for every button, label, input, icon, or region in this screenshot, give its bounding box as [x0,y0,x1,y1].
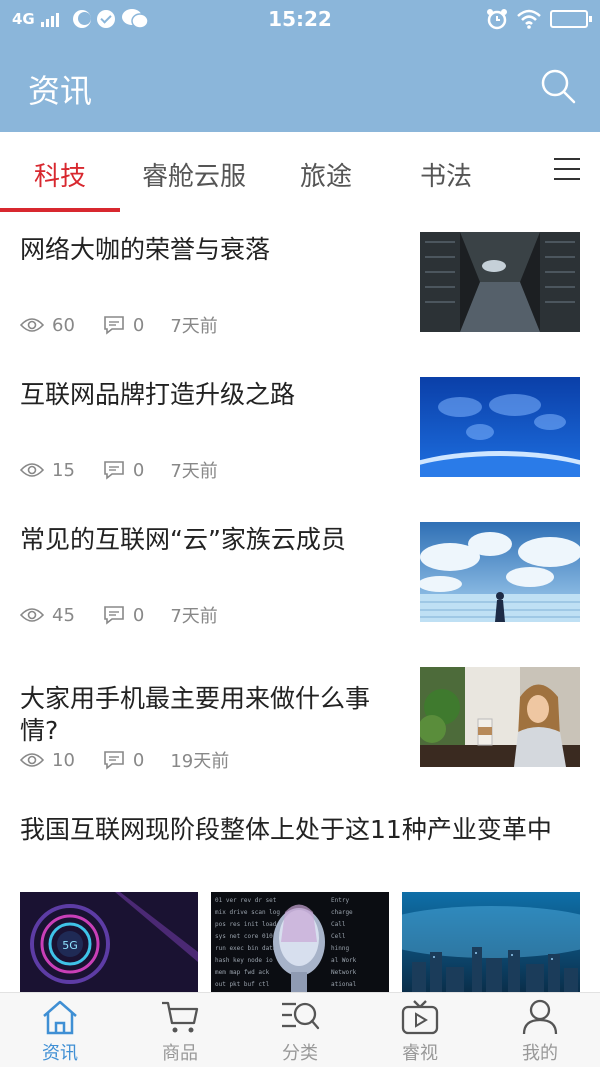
user-icon [522,999,558,1035]
svg-text:01 ver rev dr set: 01 ver rev dr set [215,897,277,904]
view-count: 15 [52,459,75,481]
category-tabs: 科技 睿舱云服 旅途 书法 [0,132,600,212]
svg-text:mem map fwd ack: mem map fwd ack [215,969,270,976]
nav-item-me[interactable]: 我的 [480,999,600,1065]
svg-text:Network: Network [331,969,357,976]
tab-ruicang-yunfu[interactable]: 睿舱云服 [134,156,254,193]
news-title[interactable]: 网络大咖的荣誉与衰落 [20,234,400,266]
publish-time: 7天前 [170,316,218,337]
search-icon[interactable] [538,66,578,106]
nav-label: 分类 [282,1043,318,1064]
news-title[interactable]: 互联网品牌打造升级之路 [20,379,400,411]
comment-count: 0 [132,459,145,481]
svg-text:Call: Call [331,921,346,928]
comment-icon [104,751,124,770]
tv-icon [401,1000,439,1035]
comment-count: 0 [132,749,145,771]
comment-icon [104,316,124,335]
comment-count: 0 [132,604,145,626]
news-title[interactable]: 我国互联网现阶段整体上处于这11种产业变革中 [20,814,580,846]
news-item[interactable]: 互联网品牌打造升级之路 15 0 7天前 [0,357,600,502]
svg-text:al Work: al Work [331,957,357,964]
view-count: 60 [52,314,75,336]
svg-text:run exec bin data: run exec bin data [215,945,277,952]
svg-text:hash key node io: hash key node io [215,957,273,964]
page-title: 资讯 [28,72,93,110]
wifi-icon [517,9,541,29]
battery-icon [550,10,592,28]
publish-time: 7天前 [170,461,218,482]
home-icon [43,1000,77,1035]
status-bar: 4G 15:22 [0,0,600,40]
eye-icon [20,753,44,767]
news-meta: 45 0 7天前 [20,602,218,628]
eye-icon [20,463,44,477]
comment-count: 0 [132,314,145,336]
app-header: 4G 15:22 资讯 [0,0,600,132]
svg-text:5G: 5G [62,939,78,952]
nav-item-news[interactable]: 资讯 [0,999,120,1065]
news-thumbnail[interactable] [420,522,580,622]
news-meta: 60 0 7天前 [20,312,218,338]
news-item[interactable]: 常见的互联网“云”家族云成员 45 0 7天前 [0,502,600,647]
tab-lvtu[interactable]: 旅途 [266,156,386,193]
alarm-icon [487,9,507,30]
comment-icon [104,606,124,625]
news-item[interactable]: 网络大咖的荣誉与衰落 60 0 7天前 [0,212,600,357]
nav-label: 资讯 [42,1043,78,1064]
category-search-icon [282,1002,320,1030]
nav-label: 商品 [162,1043,198,1064]
publish-time: 7天前 [170,606,218,627]
nav-label: 睿视 [402,1043,438,1064]
eye-icon [20,318,44,332]
menu-icon[interactable] [554,158,580,182]
news-item[interactable]: 大家用手机最主要用来做什么事情? 10 0 19天前 [0,647,600,792]
view-count: 10 [52,749,75,771]
news-thumbnail[interactable] [402,892,580,992]
svg-text:pos res init load: pos res init load [215,921,277,928]
svg-text:sys net core 0101: sys net core 0101 [215,933,277,940]
nav-label: 我的 [522,1043,558,1064]
cart-icon [162,1001,199,1033]
svg-text:Cell: Cell [331,933,346,940]
news-thumbnail[interactable] [420,667,580,767]
comment-icon [104,461,124,480]
news-thumbnail[interactable]: 5G [20,892,198,992]
svg-text:charge: charge [331,909,353,916]
svg-text:mix drive scan log: mix drive scan log [215,909,280,916]
nav-item-category[interactable]: 分类 [240,999,360,1065]
status-right [486,8,592,30]
news-title[interactable]: 常见的互联网“云”家族云成员 [20,524,400,556]
news-meta: 10 0 19天前 [20,747,229,773]
news-item-multi-image[interactable]: 我国互联网现阶段整体上处于这11种产业变革中 5G 01 ver rev dr … [0,792,600,992]
svg-text:Entry: Entry [331,897,349,904]
tab-shufa[interactable]: 书法 [386,156,506,193]
nav-item-video[interactable]: 睿视 [360,999,480,1065]
view-count: 45 [52,604,75,626]
publish-time: 19天前 [170,751,230,772]
bottom-navigation: 资讯 商品 分类 睿视 我的 [0,992,600,1067]
news-thumbnail[interactable] [420,377,580,477]
news-feed: 网络大咖的荣誉与衰落 60 0 7天前 互联网品牌打造升级之路 15 0 7天前… [0,212,600,992]
svg-text:out pkt buf ctl: out pkt buf ctl [215,981,270,988]
eye-icon [20,608,44,622]
news-thumbnail[interactable] [420,232,580,332]
news-meta: 15 0 7天前 [20,457,218,483]
svg-text:ational: ational [331,981,357,988]
tab-keji[interactable]: 科技 [0,156,120,193]
news-thumbnail[interactable]: 01 ver rev dr set mix drive scan log pos r… [211,892,389,992]
nav-item-goods[interactable]: 商品 [120,999,240,1065]
news-title[interactable]: 大家用手机最主要用来做什么事情? [20,683,400,747]
svg-text:hinng: hinng [331,945,349,952]
